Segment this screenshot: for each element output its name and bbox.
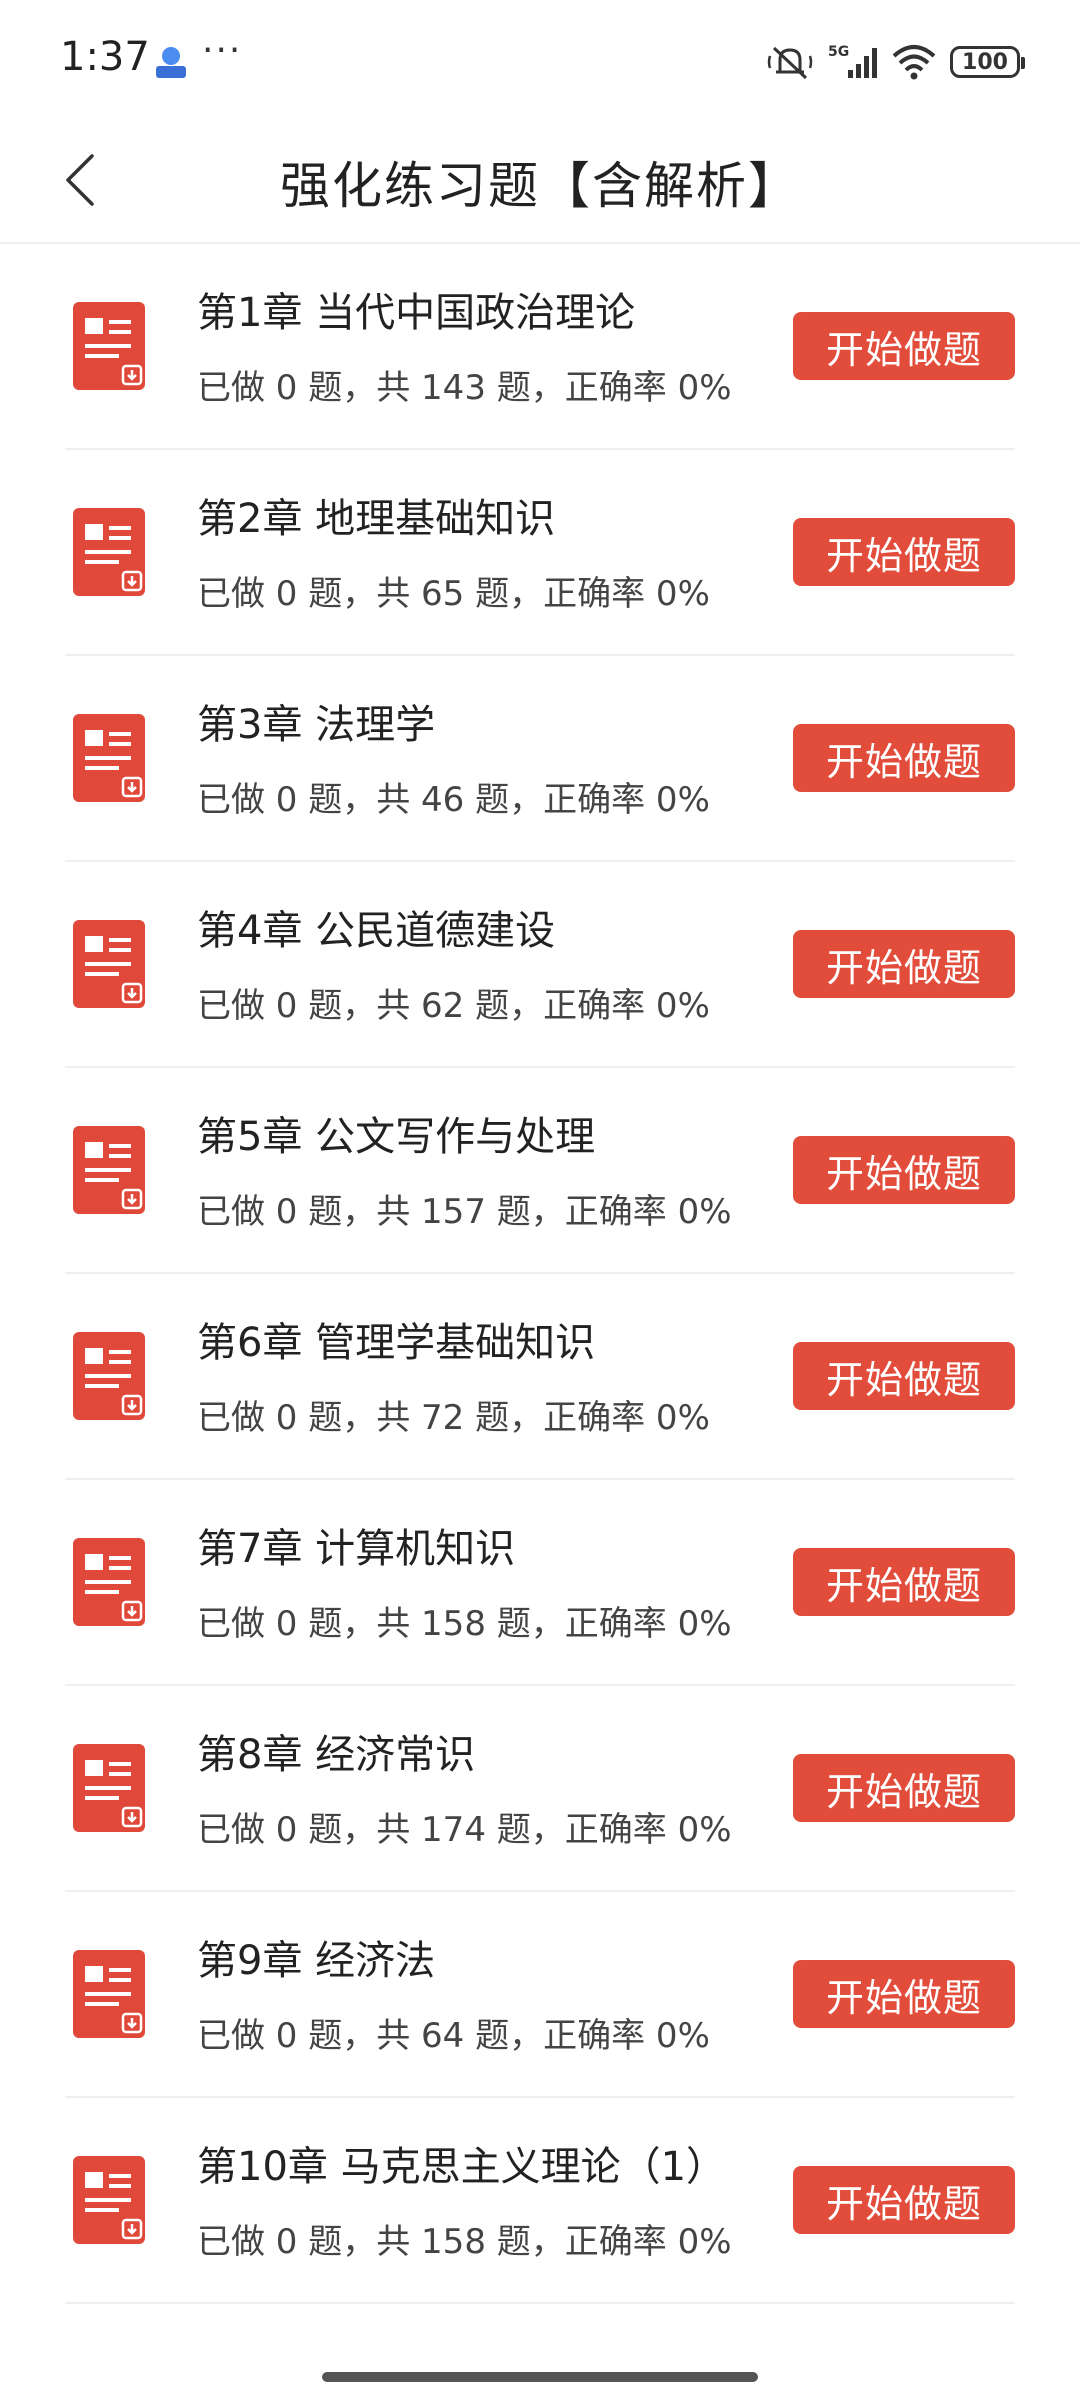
start-practice-button[interactable]: 开始做题 (793, 2166, 1015, 2234)
chapter-row[interactable]: 第7章 计算机知识 已做 0 题，共 158 题，正确率 0% 开始做题 (65, 1480, 1015, 1686)
chapter-stats: 已做 0 题，共 72 题，正确率 0% (197, 1398, 710, 1438)
mute-icon (766, 42, 814, 82)
chapter-stats: 已做 0 题，共 174 题，正确率 0% (197, 1810, 732, 1850)
chapter-row[interactable]: 第5章 公文写作与处理 已做 0 题，共 157 题，正确率 0% 开始做题 (65, 1068, 1015, 1274)
chapter-stats: 已做 0 题，共 62 题，正确率 0% (197, 986, 710, 1026)
chapter-title: 第1章 当代中国政治理论 (197, 290, 636, 336)
start-practice-button[interactable]: 开始做题 (793, 1342, 1015, 1410)
chapter-list: 第1章 当代中国政治理论 已做 0 题，共 143 题，正确率 0% 开始做题 … (0, 244, 1080, 2304)
svg-text:5G: 5G (828, 44, 849, 60)
document-icon (71, 300, 147, 392)
status-more-indicator: ··· (202, 30, 243, 71)
document-icon (71, 2154, 147, 2246)
chapter-row[interactable]: 第3章 法理学 已做 0 题，共 46 题，正确率 0% 开始做题 (65, 656, 1015, 862)
document-icon (71, 1948, 147, 2040)
chapter-title: 第2章 地理基础知识 (197, 496, 556, 542)
battery-indicator: 100 (950, 46, 1025, 78)
document-icon (71, 1536, 147, 1628)
chapter-row[interactable]: 第10章 马克思主义理论（1） 已做 0 题，共 158 题，正确率 0% 开始… (65, 2098, 1015, 2304)
chapter-row[interactable]: 第2章 地理基础知识 已做 0 题，共 65 题，正确率 0% 开始做题 (65, 450, 1015, 656)
document-icon (71, 712, 147, 804)
chapter-title: 第6章 管理学基础知识 (197, 1320, 596, 1366)
chapter-stats: 已做 0 题，共 158 题，正确率 0% (197, 1604, 732, 1644)
chapter-title: 第5章 公文写作与处理 (197, 1114, 596, 1160)
start-practice-button[interactable]: 开始做题 (793, 1548, 1015, 1616)
chapter-stats: 已做 0 题，共 64 题，正确率 0% (197, 2016, 710, 2056)
chapter-title: 第8章 经济常识 (197, 1732, 476, 1778)
header: 强化练习题【含解析】 (0, 120, 1080, 244)
start-practice-button[interactable]: 开始做题 (793, 930, 1015, 998)
signal-icon: 5G (826, 42, 878, 82)
chapter-stats: 已做 0 题，共 143 题，正确率 0% (197, 368, 732, 408)
start-practice-button[interactable]: 开始做题 (793, 1960, 1015, 2028)
chapter-row[interactable]: 第8章 经济常识 已做 0 题，共 174 题，正确率 0% 开始做题 (65, 1686, 1015, 1892)
document-icon (71, 1330, 147, 1422)
chapter-stats: 已做 0 题，共 157 题，正确率 0% (197, 1192, 732, 1232)
status-bar: 1:37 ··· 5G 100 (0, 0, 1080, 120)
start-practice-button[interactable]: 开始做题 (793, 312, 1015, 380)
app-notification-icon (152, 44, 190, 80)
chapter-title: 第7章 计算机知识 (197, 1526, 516, 1572)
chapter-row[interactable]: 第6章 管理学基础知识 已做 0 题，共 72 题，正确率 0% 开始做题 (65, 1274, 1015, 1480)
start-practice-button[interactable]: 开始做题 (793, 1136, 1015, 1204)
start-practice-button[interactable]: 开始做题 (793, 518, 1015, 586)
chapter-stats: 已做 0 题，共 46 题，正确率 0% (197, 780, 710, 820)
document-icon (71, 1742, 147, 1834)
chapter-row[interactable]: 第9章 经济法 已做 0 题，共 64 题，正确率 0% 开始做题 (65, 1892, 1015, 2098)
page-title: 强化练习题【含解析】 (280, 157, 800, 215)
chapter-row[interactable]: 第1章 当代中国政治理论 已做 0 题，共 143 题，正确率 0% 开始做题 (65, 244, 1015, 450)
document-icon (71, 506, 147, 598)
start-practice-button[interactable]: 开始做题 (793, 1754, 1015, 1822)
start-practice-button[interactable]: 开始做题 (793, 724, 1015, 792)
status-icons: 5G 100 (766, 40, 1025, 84)
chapter-title: 第10章 马克思主义理论（1） (197, 2144, 727, 2190)
chapter-row[interactable]: 第4章 公民道德建设 已做 0 题，共 62 题，正确率 0% 开始做题 (65, 862, 1015, 1068)
home-indicator[interactable] (322, 2372, 758, 2382)
status-time: 1:37 (60, 34, 150, 80)
chapter-title: 第3章 法理学 (197, 702, 436, 748)
wifi-icon (890, 42, 938, 82)
document-icon (71, 1124, 147, 1216)
chapter-stats: 已做 0 题，共 158 题，正确率 0% (197, 2222, 732, 2262)
chapter-stats: 已做 0 题，共 65 题，正确率 0% (197, 574, 710, 614)
document-icon (71, 918, 147, 1010)
chapter-title: 第9章 经济法 (197, 1938, 436, 1984)
chapter-title: 第4章 公民道德建设 (197, 908, 556, 954)
